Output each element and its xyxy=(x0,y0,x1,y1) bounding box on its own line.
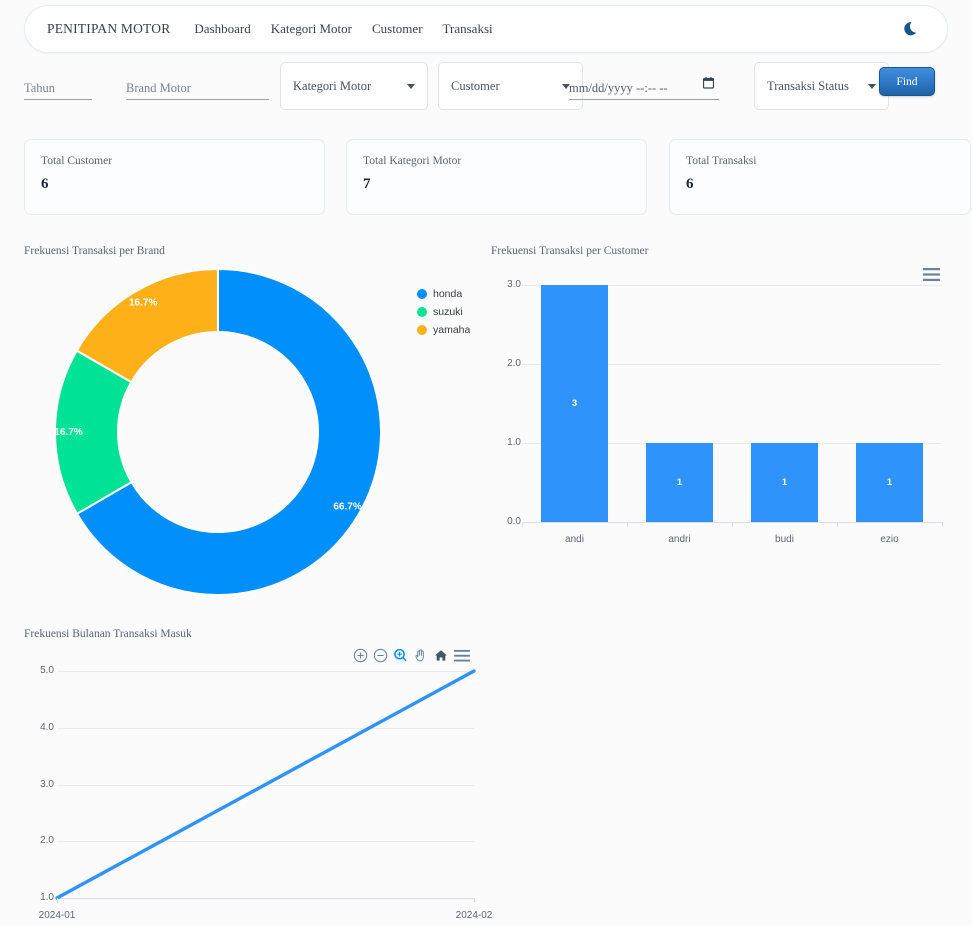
line-chart: 1.0 2.0 3.0 4.0 5.0 2024-01 2024-02 xyxy=(24,645,492,921)
menu-icon[interactable] xyxy=(923,267,940,287)
legend-label: honda xyxy=(433,288,463,300)
chevron-down-icon xyxy=(407,83,415,89)
x-tick xyxy=(942,522,943,527)
bar-x-axis-label: ezio xyxy=(880,534,899,545)
legend-label: suzuki xyxy=(433,306,463,318)
bar-x-axis-label: andri xyxy=(668,534,691,545)
bar-y-axis-label: 0.0 xyxy=(507,516,521,527)
legend-label: yamaha xyxy=(433,324,471,336)
bar-value-label: 1 xyxy=(676,476,683,488)
nav-link-dashboard[interactable]: Dashboard xyxy=(194,21,250,37)
legend-item-honda[interactable]: honda xyxy=(417,285,470,303)
tanggal-datetime-field[interactable] xyxy=(569,76,761,100)
customer-select-label: Customer xyxy=(451,78,500,93)
bar-chart: 0.0 1.0 2.0 3.0 3 andi 1 andri 1 budi 1 ezio xyxy=(491,262,948,552)
line-chart-title: Frekuensi Bulanan Transaksi Masuk xyxy=(24,628,192,640)
bar-y-axis-label: 2.0 xyxy=(507,358,521,369)
transaksi-status-select-label: Transaksi Status xyxy=(767,78,849,93)
stat-cards: Total Customer 6 Total Kategori Motor 7 … xyxy=(24,139,971,215)
stat-card-label: Total Transaksi xyxy=(686,155,757,167)
bar-y-axis-label: 3.0 xyxy=(507,279,521,290)
x-tick xyxy=(732,522,733,527)
calendar-icon[interactable] xyxy=(702,76,715,94)
donut-legend: honda suzuki yamaha xyxy=(417,285,470,339)
kategori-motor-select-label: Kategori Motor xyxy=(293,78,372,93)
stat-card-value: 6 xyxy=(41,176,49,192)
chevron-down-icon xyxy=(868,83,876,89)
x-tick xyxy=(474,898,475,903)
legend-item-suzuki[interactable]: suzuki xyxy=(417,303,470,321)
bar-y-axis-label: 1.0 xyxy=(507,437,521,448)
bar-andi[interactable]: 3 xyxy=(540,285,609,522)
donut-slice-label: 16.7% xyxy=(54,427,82,438)
bar-value-label: 1 xyxy=(781,476,788,488)
bar-chart-title: Frekuensi Transaksi per Customer xyxy=(491,245,649,257)
legend-marker xyxy=(417,307,427,317)
x-tick xyxy=(522,522,523,527)
line-series-svg xyxy=(55,669,476,900)
donut-slice-label: 66.7% xyxy=(333,502,361,513)
nav-link-kategori-motor[interactable]: Kategori Motor xyxy=(271,21,352,37)
line-x-axis-label: 2024-02 xyxy=(455,910,493,921)
brand-title: PENITIPAN MOTOR xyxy=(47,21,171,36)
x-tick xyxy=(627,522,628,527)
stat-card-total-customer: Total Customer 6 xyxy=(24,139,325,215)
moon-icon[interactable] xyxy=(899,16,925,42)
bar-budi[interactable]: 1 xyxy=(750,443,819,522)
filter-bar: Kategori Motor Customer Transaksi Status xyxy=(24,62,948,114)
tahun-input[interactable] xyxy=(24,80,92,100)
donut-chart-svg: 66.7% 16.7% 16.7% xyxy=(54,267,382,596)
donut-slice-label: 16.7% xyxy=(129,298,157,309)
dashboard-page: PENITIPAN MOTOR Dashboard Kategori Motor… xyxy=(0,0,972,926)
x-tick xyxy=(57,898,58,903)
bar-value-label: 3 xyxy=(571,397,578,409)
donut-chart: 66.7% 16.7% 16.7% honda suzuki yamaha xyxy=(24,262,484,612)
customer-select[interactable]: Customer xyxy=(438,62,583,110)
x-tick xyxy=(837,522,838,527)
stat-card-value: 7 xyxy=(363,176,371,192)
find-button[interactable]: Find xyxy=(879,67,935,96)
bar-x-axis-label: budi xyxy=(775,534,794,545)
donut-chart-title: Frekuensi Transaksi per Brand xyxy=(24,245,165,257)
stat-card-total-kategori-motor: Total Kategori Motor 7 xyxy=(346,139,647,215)
stat-card-label: Total Kategori Motor xyxy=(363,155,462,167)
tanggal-input[interactable] xyxy=(569,81,719,100)
bar-x-axis-label: andi xyxy=(565,534,584,545)
line-series[interactable] xyxy=(55,669,476,900)
nav-link-customer[interactable]: Customer xyxy=(372,21,423,37)
kategori-motor-select[interactable]: Kategori Motor xyxy=(280,62,428,110)
stat-card-label: Total Customer xyxy=(41,155,113,167)
bar-ezio[interactable]: 1 xyxy=(855,443,924,522)
stat-card-total-transaksi: Total Transaksi 6 xyxy=(669,139,971,215)
transaksi-status-select[interactable]: Transaksi Status xyxy=(754,62,889,110)
legend-item-yamaha[interactable]: yamaha xyxy=(417,321,470,339)
legend-marker xyxy=(417,325,427,335)
donut-slices xyxy=(54,267,382,596)
legend-marker xyxy=(417,289,427,299)
navbar: PENITIPAN MOTOR Dashboard Kategori Motor… xyxy=(24,5,948,53)
bar-value-label: 1 xyxy=(886,476,893,488)
nav-link-transaksi[interactable]: Transaksi xyxy=(443,21,493,37)
stat-card-value: 6 xyxy=(686,176,694,192)
bar-andri[interactable]: 1 xyxy=(645,443,714,522)
brand-motor-input[interactable] xyxy=(126,80,269,100)
line-x-axis-label: 2024-01 xyxy=(38,910,76,921)
